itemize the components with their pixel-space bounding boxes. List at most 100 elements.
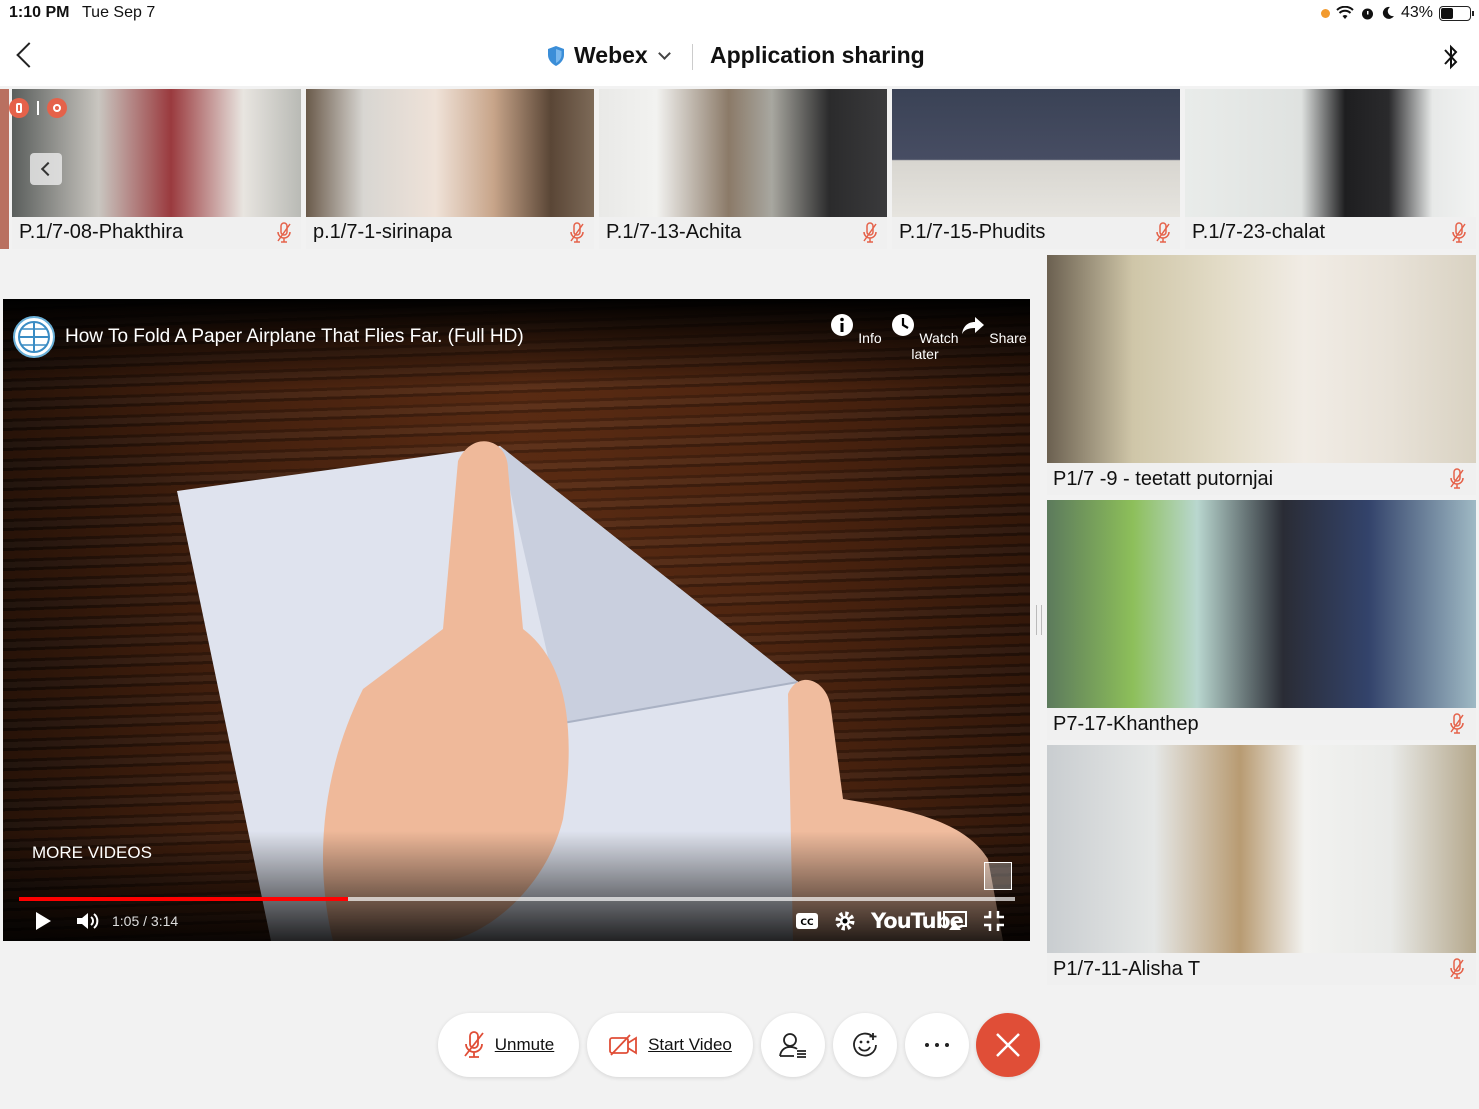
- participant-tile[interactable]: P1/7-11-Alisha T: [1047, 745, 1476, 985]
- participant-label: P.1/7-23-chalat: [1185, 217, 1476, 249]
- recording-indicators: [9, 98, 67, 118]
- video-time: 1:05 / 3:14: [112, 913, 179, 929]
- participant-name: P.1/7-23-chalat: [1192, 221, 1326, 243]
- watch-later-button[interactable]: Watch later: [885, 313, 965, 362]
- participant-name: P.1/7-08-Phakthira: [19, 221, 184, 243]
- leave-meeting-button[interactable]: [976, 1013, 1040, 1077]
- airplay-button[interactable]: [942, 906, 968, 936]
- split-view-handle[interactable]: [1036, 605, 1042, 635]
- video-progress-bar[interactable]: [19, 897, 1015, 901]
- alarm-icon: [1361, 8, 1373, 19]
- reactions-button[interactable]: [833, 1013, 897, 1077]
- settings-button[interactable]: [834, 906, 856, 936]
- participant-name: P1/7-11-Alisha T: [1053, 958, 1201, 980]
- thumbnail-scroll-left-button[interactable]: [30, 153, 62, 185]
- participant-video: [892, 89, 1180, 217]
- participant-label: p.1/7-1-sirinapa: [306, 217, 594, 249]
- participant-tile[interactable]: P7-17-Khanthep: [1047, 500, 1476, 740]
- video-title[interactable]: How To Fold A Paper Airplane That Flies …: [65, 326, 524, 348]
- video-off-icon: [609, 1034, 637, 1056]
- participant-name: P7-17-Khanthep: [1053, 713, 1199, 735]
- clock-icon: [892, 314, 915, 336]
- mic-muted-icon: [277, 222, 291, 243]
- captions-button[interactable]: CC: [795, 906, 819, 936]
- globe-logo-icon: [18, 321, 50, 353]
- share-button[interactable]: Share: [954, 313, 1030, 346]
- chevron-down-icon: [657, 46, 671, 60]
- unmute-label: Unmute: [494, 1035, 555, 1054]
- mic-muted-icon: [1156, 222, 1170, 243]
- cc-icon: CC: [796, 913, 818, 929]
- airplay-icon: [943, 911, 967, 930]
- participant-label: P.1/7-08-Phakthira: [12, 217, 301, 249]
- info-button[interactable]: Info: [816, 313, 896, 346]
- participant-label: P.1/7-13-Achita: [599, 217, 887, 249]
- participant-tile[interactable]: P1/7 -9 - teetatt putornjai: [1047, 255, 1476, 495]
- recording-icon: [47, 98, 67, 118]
- participant-thumbnail[interactable]: P.1/7-15-Phudits: [892, 89, 1180, 249]
- play-button[interactable]: [33, 906, 53, 936]
- share-arrow-icon: [962, 317, 985, 334]
- participant-video: [1047, 255, 1476, 463]
- muted-indicator-icon: [9, 98, 29, 118]
- more-videos-link[interactable]: MORE VIDEOS: [32, 843, 152, 863]
- status-time: 1:10 PM: [9, 4, 70, 21]
- participant-name: p.1/7-1-sirinapa: [313, 221, 452, 243]
- participants-icon: [779, 1033, 806, 1058]
- exit-fullscreen-button[interactable]: [983, 906, 1005, 936]
- wifi-icon: [1336, 6, 1354, 19]
- battery-icon: [1439, 5, 1474, 21]
- participant-thumbnail[interactable]: P.1/7-23-chalat: [1185, 89, 1476, 249]
- close-icon: [996, 1033, 1020, 1057]
- status-indicators: 43%: [1320, 4, 1474, 22]
- moon-icon: [1382, 6, 1394, 19]
- shared-application-view[interactable]: How To Fold A Paper Airplane That Flies …: [3, 299, 1030, 941]
- battery-percent: 43%: [1400, 4, 1433, 21]
- ellipsis-icon: [925, 1043, 949, 1047]
- participant-label: P1/7-11-Alisha T: [1047, 953, 1476, 985]
- watch-later-label: Watch later: [911, 330, 959, 362]
- more-options-button[interactable]: [905, 1013, 969, 1077]
- app-switcher[interactable]: Webex: [546, 42, 671, 69]
- mic-muted-icon: [1450, 713, 1464, 734]
- participant-video: [599, 89, 887, 217]
- participant-video: [1047, 500, 1476, 708]
- channel-watermark[interactable]: [984, 862, 1012, 890]
- mic-muted-icon: [1450, 468, 1464, 489]
- info-icon: [831, 314, 854, 336]
- app-name: Webex: [574, 42, 648, 68]
- share-label: Share: [989, 330, 1027, 346]
- participants-button[interactable]: [761, 1013, 825, 1077]
- mic-muted-icon: [570, 222, 584, 243]
- status-bar: 1:10 PM Tue Sep 7 43%: [0, 0, 1479, 28]
- start-video-label: Start Video: [648, 1035, 732, 1054]
- smiley-icon: [853, 1032, 877, 1057]
- play-icon: [36, 912, 51, 930]
- shield-icon: [548, 45, 564, 66]
- exit-fullscreen-icon: [984, 911, 1004, 931]
- unmute-button[interactable]: Unmute: [438, 1013, 579, 1077]
- start-video-button[interactable]: Start Video: [587, 1013, 753, 1077]
- bluetooth-icon[interactable]: [1440, 40, 1462, 74]
- channel-logo[interactable]: [13, 316, 55, 358]
- svg-text:CC: CC: [800, 918, 814, 928]
- participant-name: P.1/7-15-Phudits: [899, 221, 1046, 243]
- mic-muted-icon: [464, 1031, 484, 1058]
- participant-thumbnail[interactable]: P.1/7-13-Achita: [599, 89, 887, 249]
- participant-video: [306, 89, 594, 217]
- mic-muted-icon: [1452, 222, 1466, 243]
- volume-button[interactable]: [75, 906, 101, 936]
- participant-name: P1/7 -9 - teetatt putornjai: [1053, 468, 1274, 490]
- progress-played: [19, 897, 348, 901]
- volume-icon: [77, 913, 99, 929]
- title-divider: [692, 44, 693, 70]
- participant-name: P.1/7-13-Achita: [606, 221, 742, 243]
- participant-label: P7-17-Khanthep: [1047, 708, 1476, 740]
- title-bar: Webex Application sharing: [0, 28, 1479, 86]
- participant-label: P.1/7-15-Phudits: [892, 217, 1180, 249]
- participant-thumbnail[interactable]: p.1/7-1-sirinapa: [306, 89, 594, 249]
- time-display: 1:05 / 3:14: [112, 906, 178, 936]
- info-label: Info: [858, 330, 882, 346]
- participant-video: [1047, 745, 1476, 953]
- back-button[interactable]: [10, 38, 40, 74]
